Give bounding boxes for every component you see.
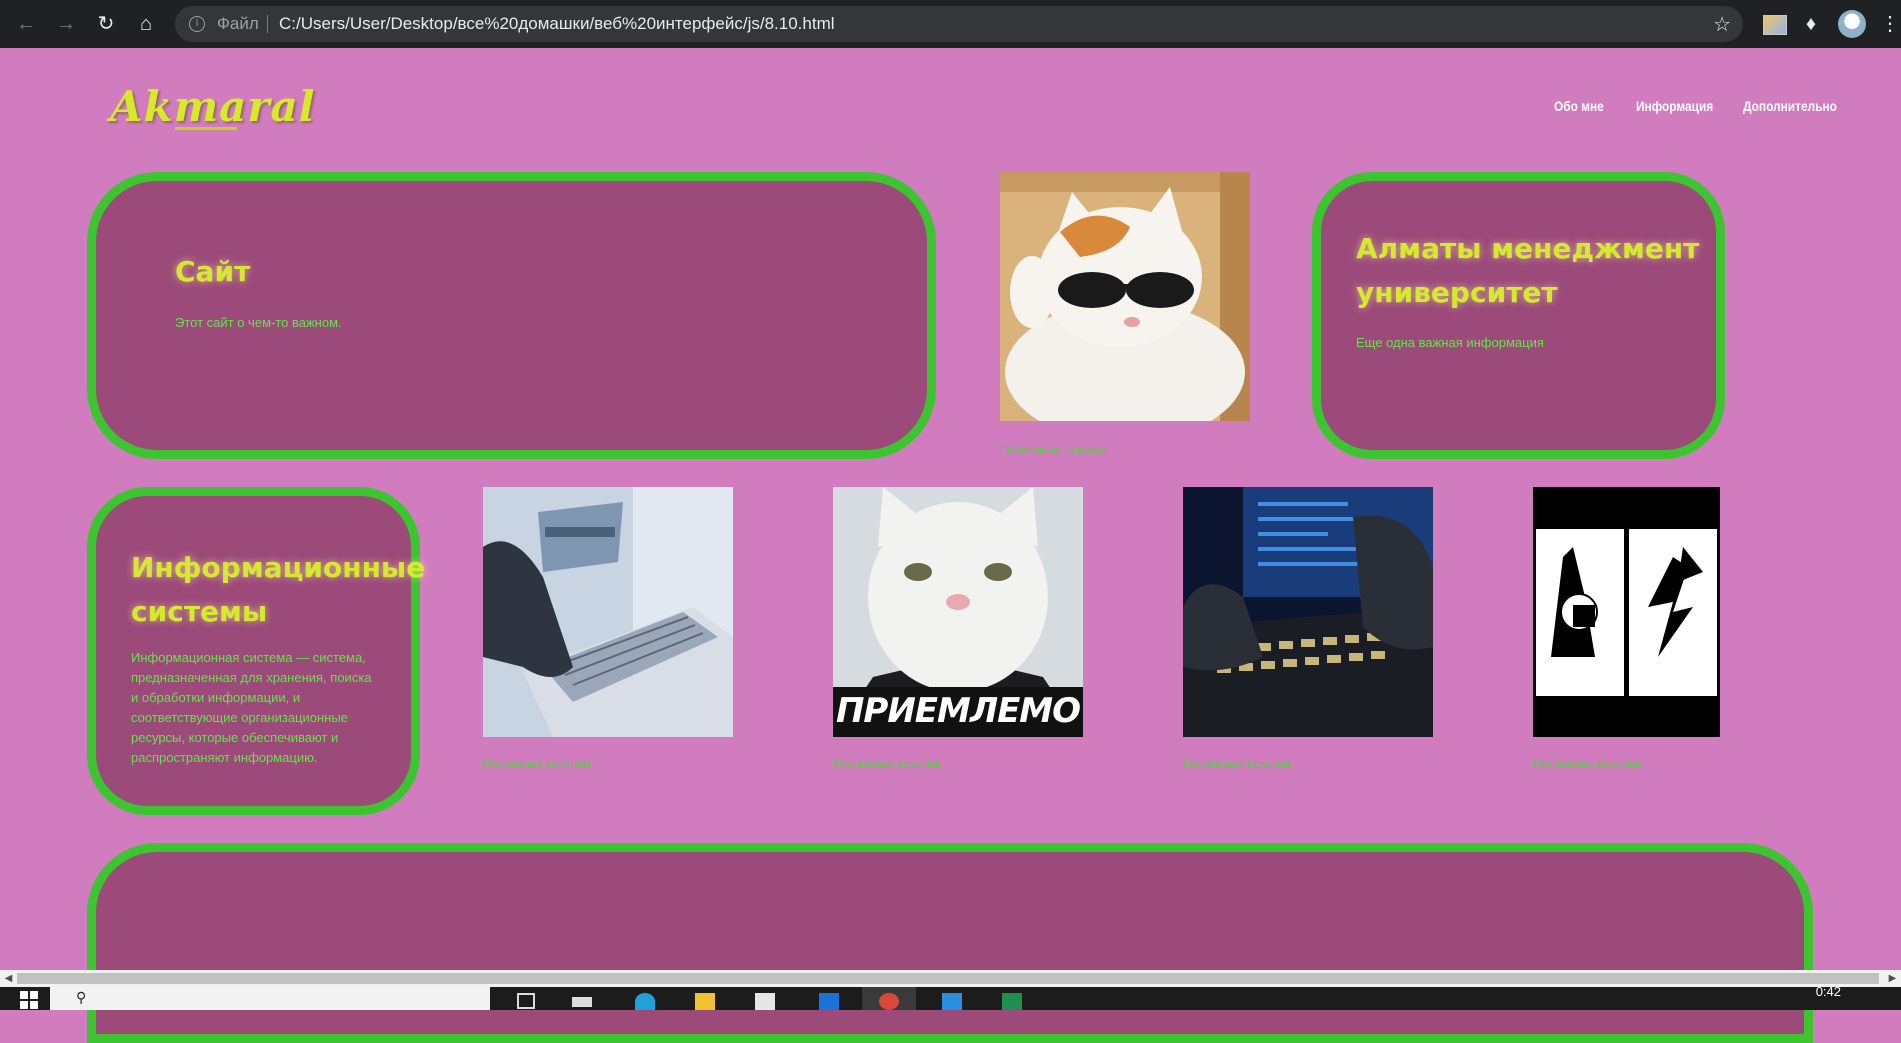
card-site-title: Сайт	[175, 255, 251, 288]
card-site: Сайт Этот сайт о чем-то важном.	[87, 172, 936, 459]
taskbar-vscode-icon[interactable]	[925, 987, 979, 1010]
nav-info[interactable]: Информация	[1636, 98, 1713, 114]
photo-hacker-keyboard	[1183, 487, 1433, 737]
reload-icon[interactable]: ↻	[92, 10, 120, 38]
address-bar[interactable]: i Файл C:/Users/User/Desktop/все%20домаш…	[175, 6, 1743, 42]
card-university: Алматы менеджмент университет Еще одна в…	[1312, 172, 1725, 459]
windows-taskbar: ⚲ 0:42	[0, 984, 1901, 1010]
taskbar-search-box[interactable]: ⚲	[50, 987, 490, 1010]
taskbar-store-icon[interactable]	[738, 987, 792, 1010]
forward-arrow-icon[interactable]: →	[52, 10, 80, 38]
taskbar-chrome-icon[interactable]	[862, 987, 916, 1010]
photo-caption-1[interactable]: Полезные ссылки	[1000, 442, 1107, 457]
address-separator	[267, 15, 268, 33]
scroll-left-icon[interactable]: ◀	[0, 970, 17, 987]
photo-caption-5[interactable]: Полезные ссылки	[1533, 756, 1640, 771]
task-view-icon[interactable]	[500, 987, 554, 1010]
card-bottom	[87, 843, 1813, 1043]
scroll-right-icon[interactable]: ▶	[1884, 970, 1901, 987]
home-icon[interactable]: ⌂	[132, 10, 160, 38]
nav-about[interactable]: Обо мне	[1554, 98, 1604, 114]
back-arrow-icon[interactable]: ←	[12, 10, 40, 38]
horizontal-scrollbar[interactable]: ◀ ▶	[0, 970, 1901, 987]
search-icon: ⚲	[76, 990, 87, 1006]
taskbar-app-store-icon[interactable]	[555, 987, 609, 1010]
info-icon[interactable]: i	[189, 16, 205, 32]
photo-laptop-card	[483, 487, 733, 737]
taskbar-excel-icon[interactable]	[985, 987, 1039, 1010]
logo-underline	[175, 127, 237, 130]
photo-overlay-text: ПРИЕМЛЕМО	[835, 691, 1081, 731]
site-logo[interactable]: Akmaral	[110, 82, 316, 131]
browser-toolbar: ← → ↻ ⌂ i Файл C:/Users/User/Desktop/все…	[0, 0, 1901, 48]
card-info-systems-text: Информационная система — система, предна…	[131, 650, 372, 765]
bookmark-star-icon[interactable]: ☆	[1713, 6, 1731, 42]
photo-caption-4[interactable]: Полезные ссылки	[1183, 756, 1290, 771]
card-university-text: Еще одна важная информация	[1356, 335, 1544, 350]
nav-extra[interactable]: Дополнительно	[1743, 98, 1837, 114]
menu-dots-icon[interactable]: ⋮	[1880, 12, 1900, 36]
photo-caption-2[interactable]: Полезные ссылки	[483, 756, 590, 771]
taskbar-edge-icon[interactable]	[618, 987, 672, 1010]
profile-avatar[interactable]	[1838, 10, 1866, 38]
card-site-text: Этот сайт о чем-то важном.	[175, 315, 342, 330]
file-label: Файл	[217, 14, 259, 33]
image-extension-icon[interactable]	[1763, 15, 1787, 35]
extensions-puzzle-icon[interactable]: ♦	[1800, 12, 1822, 36]
photo-cat-suit: ПРИЕМЛЕМО	[833, 487, 1083, 737]
photo-cat-sunglasses	[1000, 172, 1250, 421]
card-university-title: Алматы менеджмент университет	[1356, 232, 1700, 309]
taskbar-clock[interactable]: 0:42	[1816, 984, 1841, 999]
card-info-systems-title: Информационные системы	[131, 551, 426, 628]
taskbar-explorer-icon[interactable]	[678, 987, 732, 1010]
windows-start-icon[interactable]	[20, 991, 38, 1009]
scrollbar-thumb[interactable]	[17, 973, 1879, 984]
taskbar-mail-icon[interactable]	[802, 987, 856, 1010]
photo-abstract-shapes	[1533, 487, 1720, 737]
card-info-systems: Информационные системы Информационная си…	[87, 487, 426, 815]
photo-caption-3[interactable]: Полезные ссылки	[833, 756, 940, 771]
url-text[interactable]: C:/Users/User/Desktop/все%20домашки/веб%…	[279, 6, 835, 42]
